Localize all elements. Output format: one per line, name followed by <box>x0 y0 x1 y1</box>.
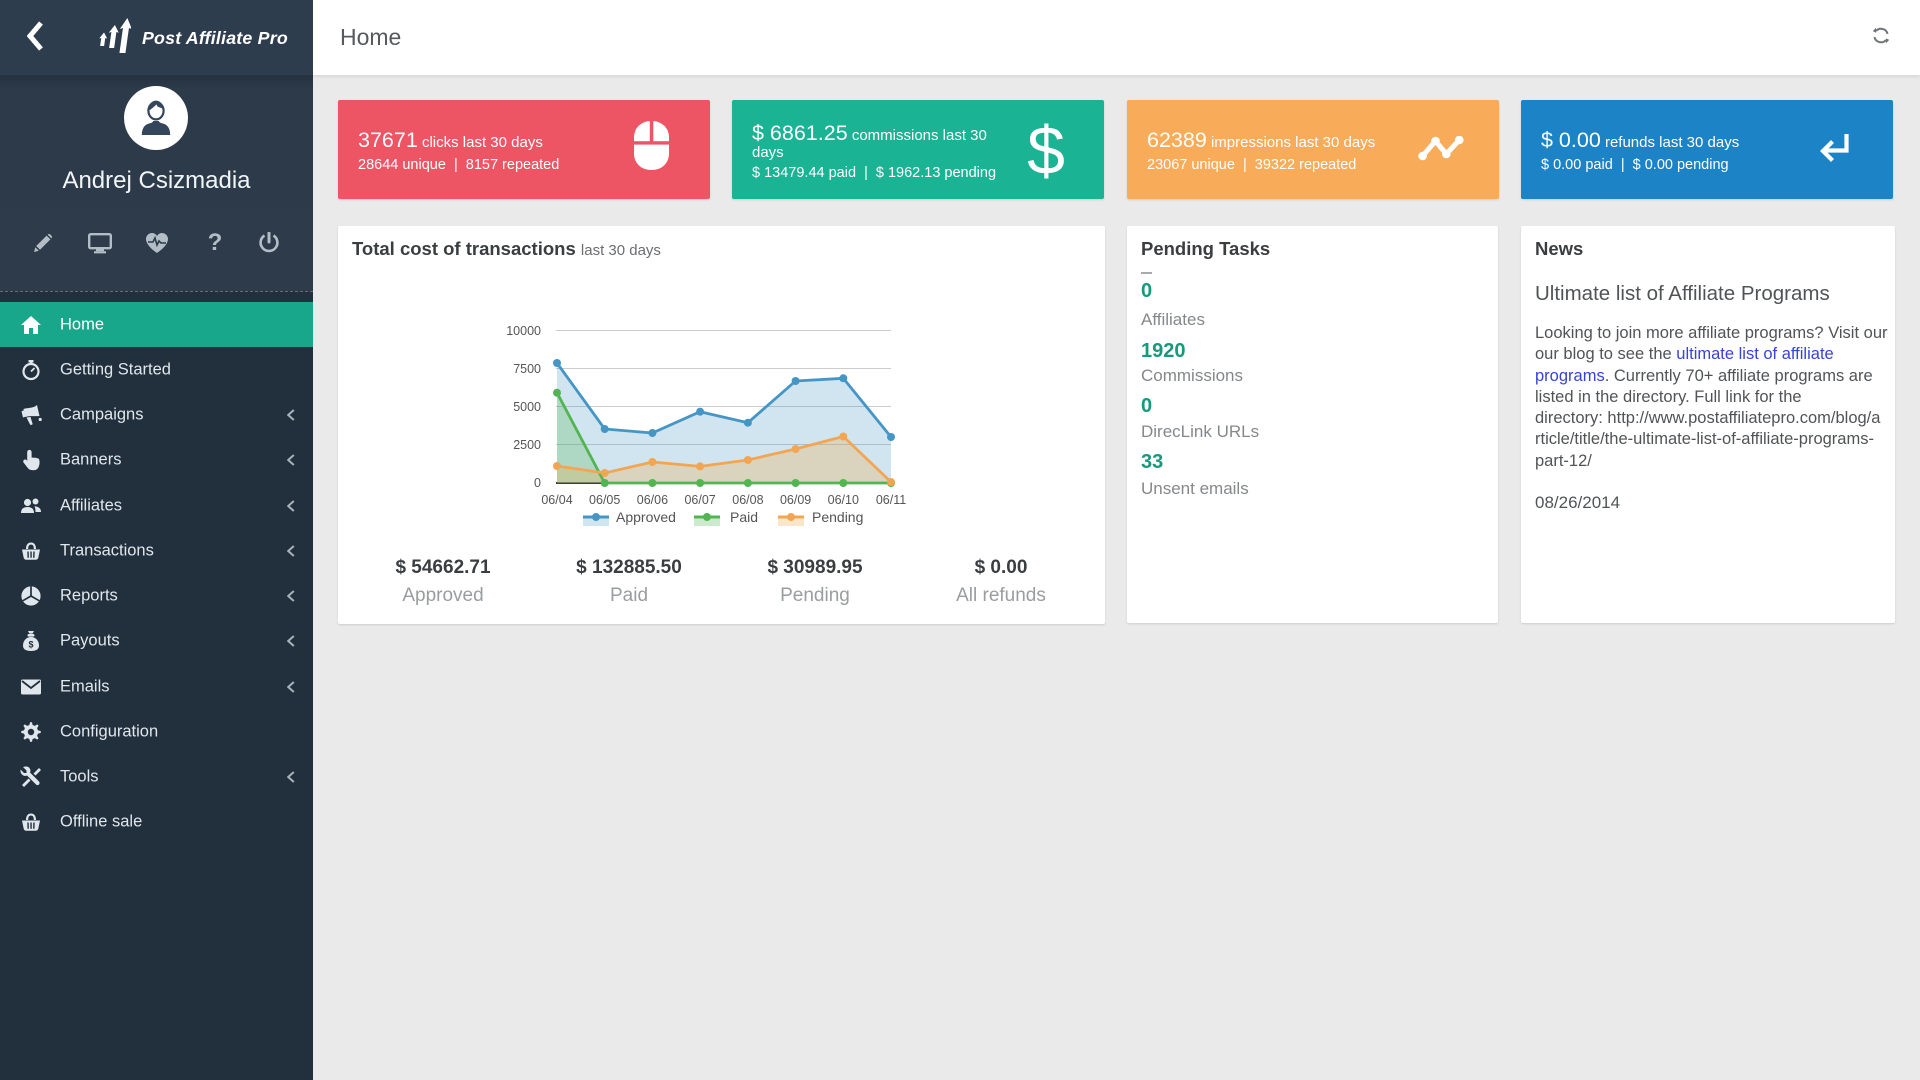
svg-text:2500: 2500 <box>513 438 541 452</box>
svg-text:06/06: 06/06 <box>637 493 668 507</box>
svg-text:0: 0 <box>534 476 541 490</box>
svg-text:Paid: Paid <box>730 509 758 525</box>
svg-text:06/04: 06/04 <box>541 493 572 507</box>
svg-text:7500: 7500 <box>513 362 541 376</box>
svg-text:06/08: 06/08 <box>732 493 763 507</box>
svg-text:06/09: 06/09 <box>780 493 811 507</box>
svg-text:06/05: 06/05 <box>589 493 620 507</box>
svg-text:Pending: Pending <box>812 509 863 525</box>
svg-text:10000: 10000 <box>506 324 541 338</box>
svg-text:Approved: Approved <box>616 509 676 525</box>
svg-text:06/10: 06/10 <box>828 493 859 507</box>
svg-text:5000: 5000 <box>513 400 541 414</box>
svg-text:$: $ <box>28 640 33 650</box>
svg-text:06/11: 06/11 <box>876 493 906 507</box>
svg-text:06/07: 06/07 <box>684 493 715 507</box>
